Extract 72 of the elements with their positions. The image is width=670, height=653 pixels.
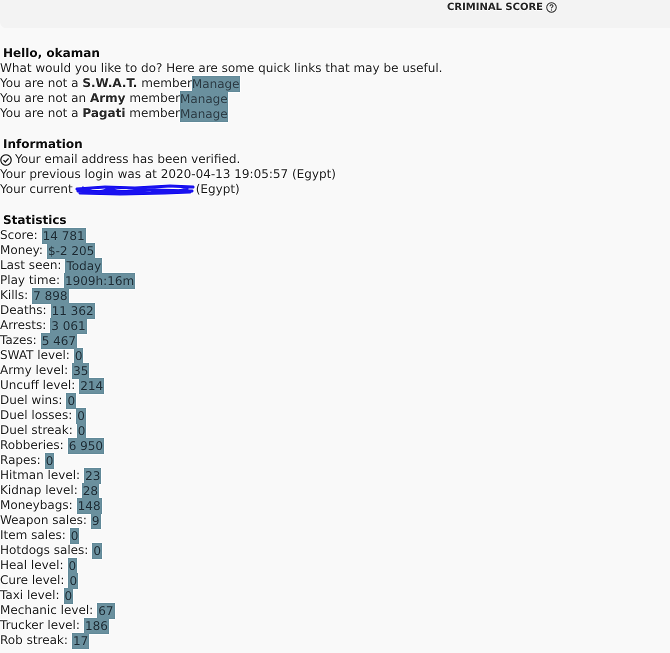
- stat-label: Play time:: [0, 273, 60, 288]
- stat-label: Hotdogs sales:: [0, 543, 88, 558]
- stat-value: 0: [66, 392, 76, 408]
- stat-label: Last seen:: [0, 258, 62, 273]
- current-location-prefix: Your current: [0, 182, 73, 197]
- stat-value: 186: [84, 618, 109, 634]
- stat-value: $-2 205: [46, 242, 96, 258]
- stat-label: Kills:: [0, 288, 28, 303]
- stat-label: Duel wins:: [0, 393, 62, 408]
- stat-value: 1909h:16m: [64, 272, 136, 288]
- help-icon[interactable]: [546, 2, 557, 13]
- stat-label: SWAT level:: [0, 348, 70, 363]
- stat-value: 0: [74, 348, 84, 364]
- stat-value: 148: [76, 498, 102, 514]
- stat-label: Rapes:: [0, 453, 41, 468]
- stat-label: Weapon sales:: [0, 513, 87, 528]
- stat-value: 11 362: [50, 302, 95, 318]
- greeting-heading: Hello, okaman: [2, 46, 101, 61]
- stat-label: Deaths:: [0, 303, 47, 318]
- stat-value: 35: [72, 362, 90, 378]
- manage-link[interactable]: Manage: [192, 76, 240, 92]
- stat-value: 9: [90, 512, 101, 528]
- stat-label: Item sales:: [0, 528, 66, 543]
- stat-label: Arrests:: [0, 318, 46, 333]
- stat-value: 214: [79, 378, 104, 394]
- stat-label: Cure level:: [0, 573, 64, 588]
- stat-label: Heal level:: [0, 558, 64, 573]
- stat-value: 0: [68, 558, 78, 574]
- stat-value: 28: [82, 482, 100, 498]
- stat-label: Score:: [0, 228, 38, 243]
- stat-value: 7 898: [32, 288, 69, 304]
- statistics-heading: Statistics: [2, 213, 68, 228]
- criminal-score-label: CRIMINAL SCORE: [447, 1, 543, 14]
- stat-label: Hitman level:: [0, 468, 80, 483]
- manage-link[interactable]: Manage: [180, 90, 228, 106]
- stat-value: Today: [65, 258, 102, 274]
- stat-value: 0: [64, 588, 74, 604]
- previous-login-text: Your previous login was at 2020-04-13 19:05:57 (Egypt): [0, 167, 337, 182]
- stat-value: 0: [44, 452, 54, 468]
- stat-value: 17: [72, 632, 90, 648]
- stat-value: 0: [68, 572, 78, 588]
- membership-text: You are not an Army member: [0, 91, 180, 106]
- stat-value: 23: [84, 468, 102, 484]
- stat-label: Robberies:: [0, 438, 64, 453]
- stat-label: Duel losses:: [0, 408, 72, 423]
- stat-value: 0: [70, 528, 80, 544]
- membership-text: You are not a Pagati member: [0, 106, 180, 121]
- stat-label: Kidnap level:: [0, 483, 78, 498]
- information-heading: Information: [2, 137, 84, 152]
- stat-label: Mechanic level:: [0, 603, 94, 618]
- stat-label: Trucker level:: [0, 618, 80, 633]
- stat-label: Money:: [0, 243, 43, 258]
- stat-value: 14 781: [42, 228, 86, 244]
- stat-label: Uncuff level:: [0, 378, 76, 393]
- stat-label: Tazes:: [0, 333, 37, 348]
- current-location-suffix: (Egypt): [196, 182, 240, 197]
- intro-text: What would you like to do? Here are some quick links that may be useful.: [0, 61, 444, 76]
- stat-value: 0: [76, 422, 86, 438]
- stat-value: 67: [97, 602, 115, 618]
- stat-label: Army level:: [0, 363, 68, 378]
- stat-label: Duel streak:: [0, 423, 73, 438]
- stat-value: 6 950: [68, 438, 104, 454]
- stat-label: Rob streak:: [0, 633, 68, 648]
- stat-label: Moneybags:: [0, 498, 73, 513]
- email-status-text: Your email address has been verified.: [15, 152, 240, 167]
- stat-value: 0: [92, 542, 102, 558]
- manage-link[interactable]: Manage: [180, 106, 228, 122]
- membership-text: You are not a S.W.A.T. member: [0, 76, 192, 91]
- stat-label: Taxi level:: [0, 588, 60, 603]
- stat-value: 5 467: [40, 332, 78, 348]
- stat-value: 3 061: [50, 318, 87, 334]
- stat-value: 0: [76, 408, 86, 424]
